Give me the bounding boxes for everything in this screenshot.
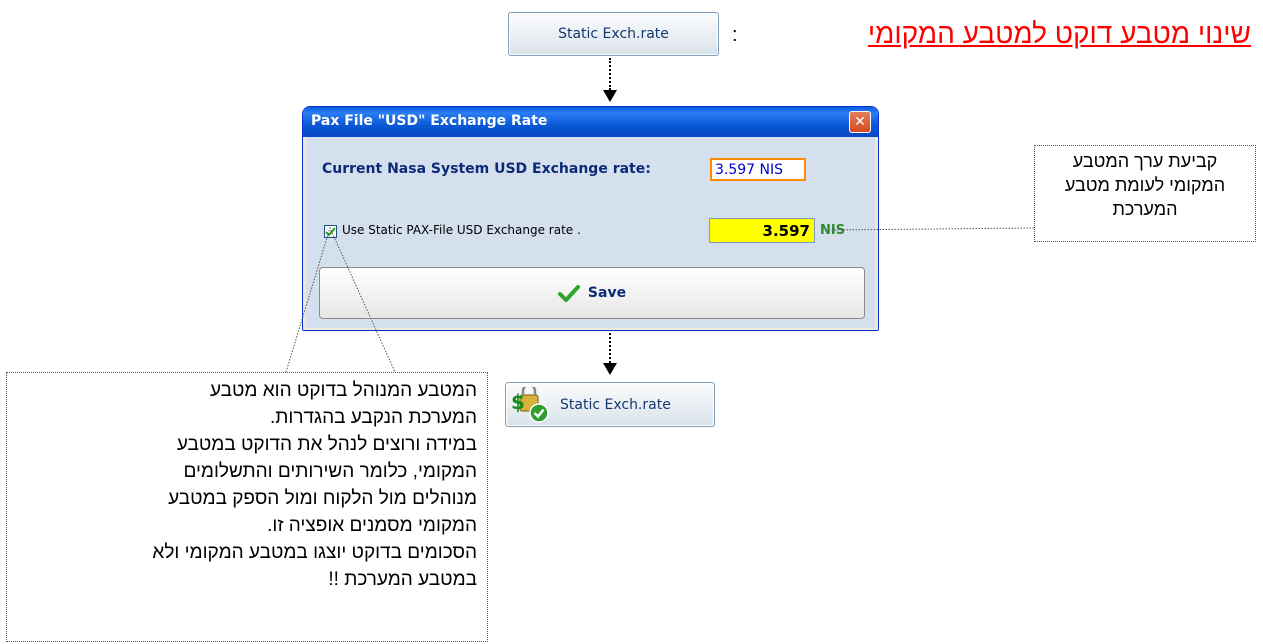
- title-colon: :: [732, 24, 738, 46]
- dialog-body: Current Nasa System USD Exchange rate: 3…: [306, 137, 875, 328]
- callout-right-line: המקומי לעומת מטבע: [1064, 175, 1226, 195]
- arrow-line-bottom: [609, 333, 611, 363]
- arrow-down-icon: [603, 363, 617, 375]
- current-rate-value: 3.597 NIS: [710, 158, 806, 181]
- save-button[interactable]: Save: [319, 267, 865, 319]
- callout-right-line: קביעת ערך המטבע: [1072, 151, 1218, 171]
- exchange-rate-dialog: Pax File "USD" Exchange Rate ✕ Current N…: [302, 106, 879, 331]
- static-exch-rate-icon-button[interactable]: $ Static Exch.rate: [505, 382, 715, 427]
- checkbox-check-icon: [325, 227, 336, 237]
- static-exch-rate-icon-button-label: Static Exch.rate: [560, 396, 671, 413]
- callout-left-line: המקומי, כלומר השירותים והתשלומים: [183, 461, 477, 482]
- static-exch-rate-button[interactable]: Static Exch.rate: [508, 12, 719, 56]
- callout-left-line: במטבע המערכת !!: [328, 569, 477, 590]
- static-rate-label: Use Static PAX-File USD Exchange rate .: [342, 223, 581, 237]
- callout-left-line: הסכומים בדוקט יוצגו במטבע המקומי ולא: [152, 542, 477, 563]
- dialog-titlebar[interactable]: Pax File "USD" Exchange Rate ✕: [303, 107, 878, 137]
- nis-unit-label: NIS: [820, 223, 846, 238]
- close-icon[interactable]: ✕: [849, 111, 871, 133]
- callout-left-line: מנוהלים מול הלקוח ומול הספק במטבע: [168, 488, 477, 509]
- save-button-label: Save: [587, 285, 627, 301]
- callout-right-line: המערכת: [1112, 199, 1178, 219]
- static-exch-rate-button-label: Static Exch.rate: [558, 26, 669, 42]
- static-rate-checkbox[interactable]: [324, 225, 337, 238]
- page-title: שינוי מטבע דוקט למטבע המקומי: [867, 18, 1251, 49]
- dollar-lock-check-icon: $: [511, 386, 549, 423]
- callout-left: המטבע המנוהל בדוקט הוא מטבע המערכת הנקבע…: [6, 372, 488, 642]
- arrow-down-icon: [603, 90, 617, 102]
- current-rate-label: Current Nasa System USD Exchange rate:: [322, 161, 651, 177]
- callout-left-line: המערכת הנקבע בהגדרות.: [270, 407, 477, 428]
- callout-left-line: המקומי מסמנים אופציה זו.: [267, 515, 477, 536]
- svg-text:$: $: [511, 390, 525, 414]
- static-rate-input[interactable]: [709, 218, 815, 243]
- arrow-line-top: [609, 58, 611, 90]
- callout-left-line: במידה ורוצים לנהל את הדוקט במטבע: [176, 434, 477, 455]
- dialog-title: Pax File "USD" Exchange Rate: [311, 113, 548, 129]
- checkmark-icon: [557, 285, 580, 302]
- callout-left-line: המטבע המנוהל בדוקט הוא מטבע: [209, 380, 477, 401]
- callout-right: קביעת ערך המטבע המקומי לעומת מטבע המערכת: [1034, 145, 1256, 242]
